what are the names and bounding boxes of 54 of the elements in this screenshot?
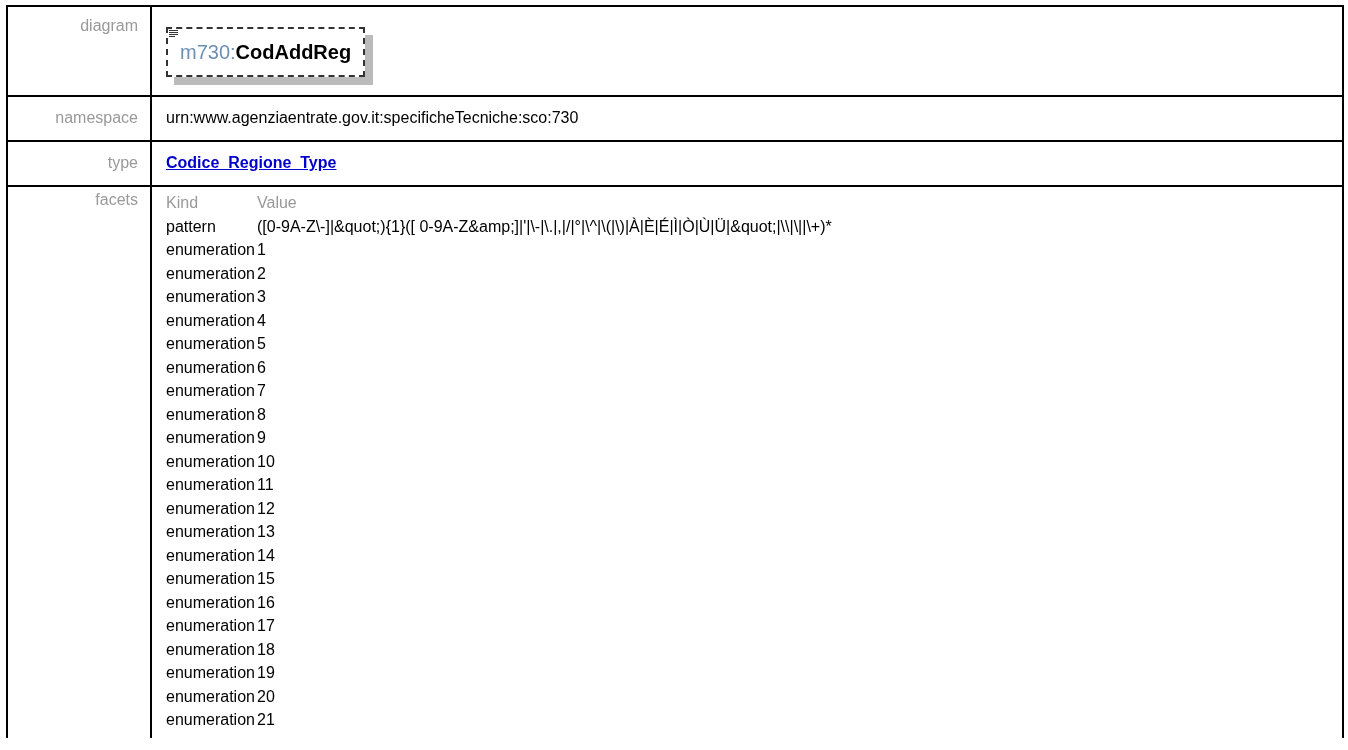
facet-value: 6: [257, 357, 267, 378]
facet-value: 21: [257, 710, 276, 730]
facet-value: 20: [257, 686, 276, 707]
facet-value: 4: [257, 310, 267, 331]
facet-value: 1: [257, 240, 267, 260]
facet-value: 17: [257, 616, 276, 636]
facet-kind: enumeration: [166, 498, 256, 519]
facet-value: 14: [257, 545, 276, 566]
facet-value: 5: [257, 334, 267, 354]
facet-value: 15: [257, 569, 276, 589]
facet-kind: enumeration: [166, 522, 256, 542]
facet-kind: enumeration: [166, 545, 256, 566]
facet-kind: enumeration: [166, 451, 256, 472]
facet-kind: enumeration: [166, 240, 256, 260]
row-label: type: [107, 154, 138, 171]
facet-value: ([0-9A-Z\-]|&quot;){1}([ 0-9A-Z&amp;]|'|\-|\.|,|/|°|\^|\(|\)|À|È|É|Ì|Ò|Ù|Ü|&quot;|\\|\||\+)*: [257, 216, 832, 237]
facet-value: 2: [257, 263, 267, 284]
facet-value: 9: [257, 428, 267, 448]
facet-kind: enumeration: [166, 663, 256, 683]
type-link[interactable]: Codice_Regione_Type: [166, 154, 337, 171]
row-label: namespace: [55, 109, 138, 126]
facet-value: 7: [257, 381, 267, 401]
facet-kind: enumeration: [166, 639, 256, 660]
facet-value: 3: [257, 287, 267, 307]
list-lines-icon: [169, 30, 178, 38]
facet-kind: enumeration: [166, 334, 256, 354]
element-name: m730:CodAddReg: [180, 40, 352, 64]
facet-kind: enumeration: [166, 287, 256, 307]
facet-value: 11: [257, 475, 275, 495]
facet-kind: enumeration: [166, 569, 256, 589]
facet-kind: enumeration: [166, 310, 256, 331]
namespace-value: urn:www.agenziaentrate.gov.it:specificheTecniche:sco:730: [166, 109, 579, 126]
facet-kind: enumeration: [166, 592, 256, 613]
facet-value: 18: [257, 639, 276, 660]
facet-value: 8: [257, 404, 267, 425]
facet-kind: pattern: [166, 216, 217, 237]
facet-kind: enumeration: [166, 710, 256, 730]
row-label: diagram: [80, 17, 138, 34]
facet-value: 16: [257, 592, 276, 613]
facet-value: 19: [257, 663, 276, 683]
column-header: Value: [257, 193, 298, 213]
facet-kind: enumeration: [166, 686, 256, 707]
facet-value: 13: [257, 522, 276, 542]
facet-kind: enumeration: [166, 475, 256, 495]
facet-kind: enumeration: [166, 381, 256, 401]
facet-value: 12: [257, 498, 276, 519]
row-label: facets: [95, 191, 138, 208]
facet-kind: enumeration: [166, 616, 256, 636]
facet-kind: enumeration: [166, 428, 256, 448]
facet-kind: enumeration: [166, 404, 256, 425]
column-header: Kind: [166, 193, 200, 213]
facet-kind: enumeration: [166, 357, 256, 378]
facet-value: 10: [257, 451, 276, 472]
facet-kind: enumeration: [166, 263, 256, 284]
